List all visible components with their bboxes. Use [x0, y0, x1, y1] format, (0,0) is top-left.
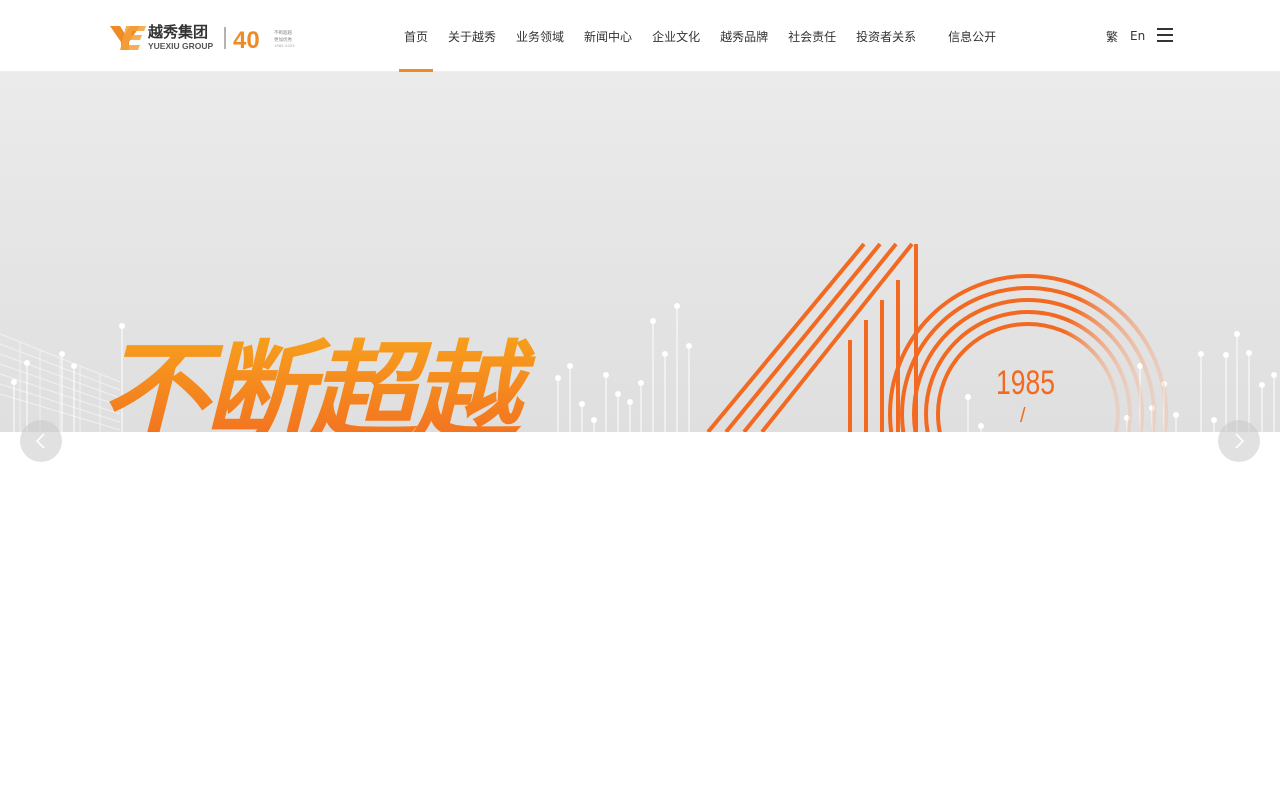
nav-item-news[interactable]: 新闻中心 [574, 0, 642, 72]
brand-cn-text: 越秀集团 [147, 23, 208, 41]
nav-item-disclosure[interactable]: 信息公开 [938, 0, 1006, 72]
ye-mark-icon [110, 26, 146, 50]
hero-banner[interactable]: 不断超越 1985 / [0, 72, 1280, 432]
hero-year: 1985 [996, 364, 1055, 402]
carousel-next-button[interactable] [1218, 420, 1260, 462]
carousel-prev-button[interactable] [20, 420, 62, 462]
nav-item-about[interactable]: 关于越秀 [438, 0, 506, 72]
anniversary-number: 40 [233, 27, 260, 52]
badge-years: 1985-2025 [274, 43, 295, 48]
hero-slogan: 不断超越 [100, 331, 536, 432]
nav-item-business[interactable]: 业务领域 [506, 0, 574, 72]
nav-item-home[interactable]: 首页 [394, 0, 438, 72]
chevron-left-icon [35, 433, 45, 449]
lang-english-link[interactable]: En [1130, 0, 1145, 72]
hamburger-icon[interactable] [1156, 27, 1174, 43]
brand-en-text: YUEXIU GROUP [148, 41, 214, 51]
main-nav: 首页 关于越秀 业务领域 新闻中心 企业文化 越秀品牌 社会责任 投资者关系 信… [394, 0, 1006, 72]
nav-item-responsibility[interactable]: 社会责任 [778, 0, 846, 72]
anniversary-four-graphic [706, 242, 918, 432]
nav-item-culture[interactable]: 企业文化 [642, 0, 710, 72]
badge-line-2: 更加优秀 [274, 36, 292, 43]
nav-item-brand[interactable]: 越秀品牌 [710, 0, 778, 72]
yuexiu-logo[interactable]: 越秀集团 YUEXIU GROUP 40 不断超越 更加优秀 1985-2025 [108, 20, 300, 52]
hero-artwork: 不断超越 1985 / [0, 242, 1277, 432]
nav-item-investors[interactable]: 投资者关系 [846, 0, 926, 72]
site-header: 越秀集团 YUEXIU GROUP 40 不断超越 更加优秀 1985-2025… [0, 0, 1280, 72]
badge-line-1: 不断超越 [274, 29, 292, 36]
chevron-right-icon [1235, 433, 1245, 449]
hero-year-separator: / [1020, 405, 1026, 427]
lang-traditional-link[interactable]: 繁 [1106, 0, 1118, 72]
anniversary-zero-graphic [888, 274, 1168, 432]
